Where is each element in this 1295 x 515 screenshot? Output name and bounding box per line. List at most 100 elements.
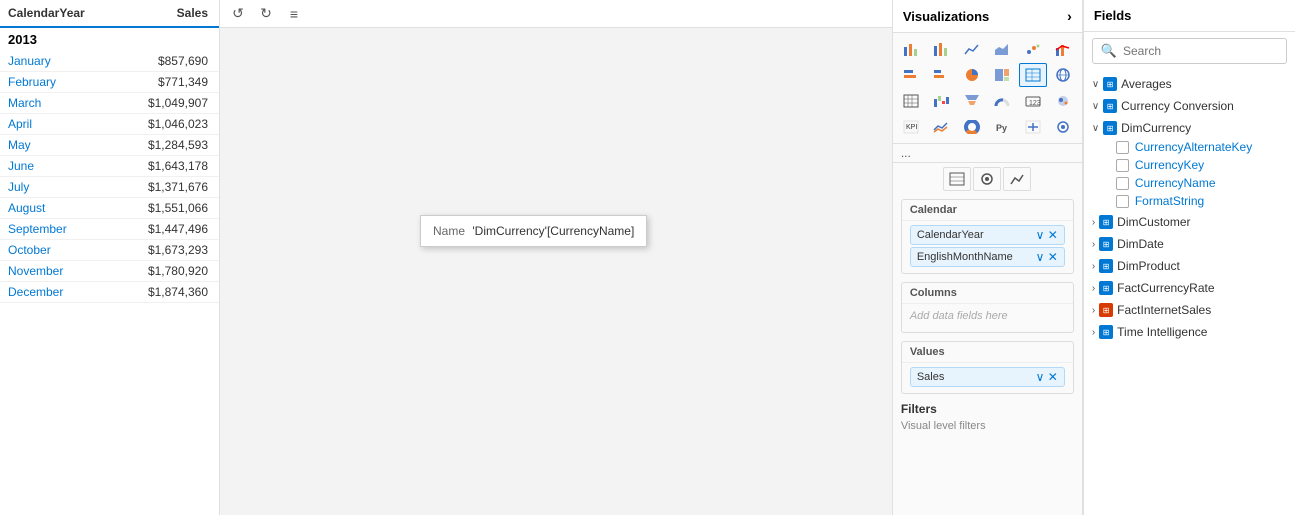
viz-chip-sales[interactable]: Sales ∨ ✕ bbox=[910, 367, 1065, 387]
viz-hbar-icon[interactable] bbox=[897, 63, 925, 87]
viz-pie-icon[interactable] bbox=[958, 63, 986, 87]
viz-bar-icon[interactable] bbox=[897, 37, 925, 61]
viz-tab-format[interactable] bbox=[973, 167, 1001, 191]
row-value: $1,049,907 bbox=[108, 96, 208, 110]
viz-scatter-icon[interactable] bbox=[1019, 37, 1047, 61]
field-group-header-dimcurrency[interactable]: ∨ ⊞ DimCurrency bbox=[1084, 118, 1295, 138]
viz-matrix-icon[interactable] bbox=[897, 89, 925, 113]
chevron-icon: ∨ bbox=[1092, 79, 1099, 90]
chip-icons-sales[interactable]: ∨ ✕ bbox=[1036, 370, 1058, 384]
viz-line2-icon[interactable] bbox=[927, 115, 955, 139]
viz-waterfall-icon[interactable] bbox=[927, 89, 955, 113]
group-name: DimCustomer bbox=[1117, 215, 1190, 229]
viz-text-icon[interactable]: Py bbox=[988, 115, 1016, 139]
viz-chip-calendaryear[interactable]: CalendarYear ∨ ✕ bbox=[910, 225, 1065, 245]
field-group-header-factcurrencyrate[interactable]: › ⊞ FactCurrencyRate bbox=[1084, 278, 1295, 298]
field-checkbox[interactable] bbox=[1116, 177, 1129, 190]
field-tooltip: Name 'DimCurrency'[CurrencyName] bbox=[420, 215, 647, 247]
field-group-header-time-intelligence[interactable]: › ⊞ Time Intelligence bbox=[1084, 322, 1295, 342]
chip-icons-calendaryear[interactable]: ∨ ✕ bbox=[1036, 228, 1058, 242]
viz-tab-fields[interactable] bbox=[943, 167, 971, 191]
table-row[interactable]: July $1,371,676 bbox=[0, 177, 219, 198]
table-header: CalendarYear Sales bbox=[0, 0, 219, 28]
viz-custom-icon[interactable] bbox=[1049, 115, 1077, 139]
table-row[interactable]: September $1,447,496 bbox=[0, 219, 219, 240]
viz-card-icon[interactable]: 123 bbox=[1019, 89, 1047, 113]
viz-more-btn[interactable]: ... bbox=[893, 144, 1082, 163]
table-row[interactable]: May $1,284,593 bbox=[0, 135, 219, 156]
viz-globe-icon[interactable] bbox=[1049, 63, 1077, 87]
viz-gauge-icon[interactable] bbox=[988, 89, 1016, 113]
group-name: Time Intelligence bbox=[1117, 325, 1207, 339]
field-group-time-intelligence: › ⊞ Time Intelligence bbox=[1084, 322, 1295, 342]
viz-globe2-icon[interactable] bbox=[1049, 89, 1077, 113]
tooltip-label: Name bbox=[433, 224, 465, 238]
viz-treemap-icon[interactable] bbox=[988, 63, 1016, 87]
chevron-icon: › bbox=[1092, 283, 1095, 294]
row-value: $771,349 bbox=[108, 75, 208, 89]
field-name: CurrencyAlternateKey bbox=[1135, 140, 1252, 154]
field-group-header-dimproduct[interactable]: › ⊞ DimProduct bbox=[1084, 256, 1295, 276]
table-row[interactable]: June $1,643,178 bbox=[0, 156, 219, 177]
col-header-sales: Sales bbox=[108, 6, 208, 20]
field-group-header-dimcustomer[interactable]: › ⊞ DimCustomer bbox=[1084, 212, 1295, 232]
field-item-currencykey[interactable]: CurrencyKey bbox=[1084, 156, 1295, 174]
viz-combo-icon[interactable] bbox=[1049, 37, 1077, 61]
chip-icons-englishmonthname[interactable]: ∨ ✕ bbox=[1036, 250, 1058, 264]
table-icon: ⊞ bbox=[1099, 215, 1113, 229]
table-row[interactable]: November $1,780,920 bbox=[0, 261, 219, 282]
field-group-dimcustomer: › ⊞ DimCustomer bbox=[1084, 212, 1295, 232]
field-name: FormatString bbox=[1135, 194, 1204, 208]
table-row[interactable]: April $1,046,023 bbox=[0, 114, 219, 135]
group-name: DimProduct bbox=[1117, 259, 1180, 273]
undo-icon[interactable]: ↺ bbox=[228, 4, 248, 24]
field-checkbox[interactable] bbox=[1116, 195, 1129, 208]
columns-well-content[interactable]: Add data fields here bbox=[902, 304, 1073, 332]
viz-tab-analytics[interactable] bbox=[1003, 167, 1031, 191]
col-header-year: CalendarYear bbox=[8, 6, 108, 20]
fields-search-box[interactable]: 🔍 bbox=[1092, 38, 1287, 64]
viz-more-label: ... bbox=[901, 146, 911, 160]
viz-r-icon[interactable] bbox=[1019, 115, 1047, 139]
filters-section: Filters Visual level filters bbox=[893, 398, 1082, 436]
field-group-header-currency-conversion[interactable]: ∨ ⊞ Currency Conversion bbox=[1084, 96, 1295, 116]
table-row[interactable]: March $1,049,907 bbox=[0, 93, 219, 114]
table-row[interactable]: August $1,551,066 bbox=[0, 198, 219, 219]
svg-text:KPI: KPI bbox=[906, 124, 917, 131]
table-icon: ⊞ bbox=[1103, 121, 1117, 135]
viz-funnel-icon[interactable] bbox=[958, 89, 986, 113]
table-icon: ⊞ bbox=[1103, 99, 1117, 113]
fields-list: ∨ ⊞ Averages ∨ ⊞ Currency Conversion ∨ ⊞… bbox=[1084, 70, 1295, 515]
viz-hbar2-icon[interactable] bbox=[927, 63, 955, 87]
viz-bar2-icon[interactable] bbox=[927, 37, 955, 61]
field-item-formatstring[interactable]: FormatString bbox=[1084, 192, 1295, 210]
table-icon: ⊞ bbox=[1099, 303, 1113, 317]
chevron-icon: ∨ bbox=[1092, 101, 1099, 112]
field-group-header-averages[interactable]: ∨ ⊞ Averages bbox=[1084, 74, 1295, 94]
field-item-currencyalternatekey[interactable]: CurrencyAlternateKey bbox=[1084, 138, 1295, 156]
viz-expand-icon[interactable]: › bbox=[1067, 8, 1072, 24]
viz-kpi-icon[interactable]: KPI bbox=[897, 115, 925, 139]
field-checkbox[interactable] bbox=[1116, 159, 1129, 172]
table-row[interactable]: December $1,874,360 bbox=[0, 282, 219, 303]
table-row[interactable]: February $771,349 bbox=[0, 72, 219, 93]
viz-area-icon[interactable] bbox=[988, 37, 1016, 61]
table-row[interactable]: October $1,673,293 bbox=[0, 240, 219, 261]
rows-well-label: Calendar bbox=[902, 200, 1073, 221]
field-item-currencyname[interactable]: CurrencyName bbox=[1084, 174, 1295, 192]
field-group-header-dimdate[interactable]: › ⊞ DimDate bbox=[1084, 234, 1295, 254]
viz-line-icon[interactable] bbox=[958, 37, 986, 61]
field-group-header-factinternetsales[interactable]: › ⊞ FactInternetSales bbox=[1084, 300, 1295, 320]
search-input[interactable] bbox=[1123, 44, 1278, 58]
viz-table-icon[interactable] bbox=[1019, 63, 1047, 87]
menu-icon[interactable]: ≡ bbox=[284, 4, 304, 24]
chip-label-calendaryear: CalendarYear bbox=[917, 229, 984, 241]
viz-chip-englishmonthname[interactable]: EnglishMonthName ∨ ✕ bbox=[910, 247, 1065, 267]
canvas-toolbar: ↺ ↻ ≡ bbox=[220, 0, 892, 28]
table-row[interactable]: January $857,690 bbox=[0, 51, 219, 72]
columns-placeholder: Add data fields here bbox=[910, 310, 1008, 322]
viz-donut-icon[interactable] bbox=[958, 115, 986, 139]
table-icon: ⊞ bbox=[1099, 281, 1113, 295]
redo-icon[interactable]: ↻ bbox=[256, 4, 276, 24]
field-checkbox[interactable] bbox=[1116, 141, 1129, 154]
